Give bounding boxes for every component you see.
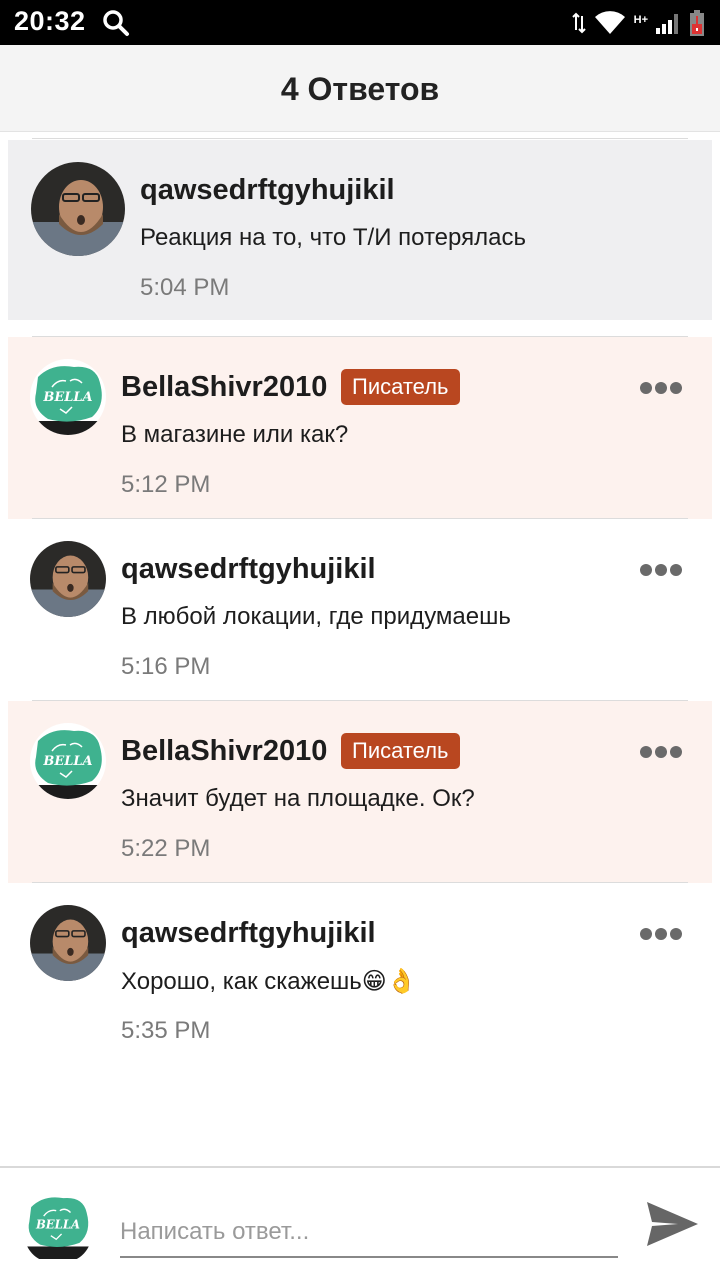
more-options-icon[interactable] [640, 927, 682, 941]
avatar[interactable]: BELLA [30, 359, 106, 435]
status-icons: H+ [571, 8, 704, 38]
reply-time: 5:12 PM [121, 471, 211, 498]
avatar[interactable] [31, 162, 125, 256]
reply-username[interactable]: BellaShivr2010 [121, 371, 327, 404]
app-header: 4 Ответов [0, 45, 720, 132]
reply-time: 5:16 PM [121, 653, 211, 680]
reply-time: 5:35 PM [121, 1017, 211, 1044]
divider [32, 138, 688, 139]
search-icon [103, 10, 129, 36]
reply-text: Хорошо, как скажешь😁👌 [121, 968, 417, 995]
reply-username[interactable]: BellaShivr2010 [121, 735, 327, 768]
more-options-icon[interactable] [640, 381, 682, 395]
status-time: 20:32 [14, 6, 86, 36]
more-options-icon[interactable] [640, 745, 682, 759]
reply-item[interactable]: BELLA BellaShivr2010 Писатель В магазине… [8, 337, 712, 519]
reply-text: В магазине или как? [121, 421, 349, 448]
reply-item[interactable]: qawsedrftgyhujikil В любой локации, где … [8, 519, 712, 701]
comment-text: Реакция на то, что Т/И потерялась [140, 224, 526, 251]
comment-time: 5:04 PM [140, 274, 230, 301]
reply-time: 5:22 PM [121, 835, 211, 862]
data-transfer-icon [571, 12, 586, 34]
network-type: H+ [633, 14, 648, 26]
signal-icon [656, 14, 678, 34]
original-comment[interactable]: qawsedrftgyhujikil Реакция на то, что Т/… [8, 140, 712, 320]
battery-icon [690, 10, 704, 36]
svg-text:BELLA: BELLA [42, 390, 92, 405]
author-badge: Писатель [341, 733, 460, 769]
reply-item[interactable]: qawsedrftgyhujikil Хорошо, как скажешь😁👌… [8, 883, 712, 1065]
reply-item[interactable]: BELLA BellaShivr2010 Писатель Значит буд… [8, 701, 712, 883]
author-badge: Писатель [341, 369, 460, 405]
reply-text: В любой локации, где придумаешь [121, 603, 511, 630]
reply-username[interactable]: qawsedrftgyhujikil [121, 553, 376, 586]
page-title: 4 Ответов [280, 71, 440, 107]
svg-text:BELLA: BELLA [35, 1218, 80, 1232]
status-bar: 20:32 H+ [0, 0, 720, 45]
reply-composer: BELLA [0, 1166, 720, 1280]
avatar: BELLA [24, 1188, 92, 1262]
wifi-icon [594, 11, 625, 34]
reply-username[interactable]: qawsedrftgyhujikil [121, 917, 376, 950]
svg-text:BELLA: BELLA [42, 754, 92, 769]
reply-input[interactable] [120, 1208, 618, 1258]
send-icon[interactable] [644, 1196, 700, 1252]
avatar[interactable] [30, 541, 106, 617]
avatar[interactable]: BELLA [30, 723, 106, 799]
reply-text: Значит будет на площадке. Ок? [121, 785, 475, 812]
comment-username[interactable]: qawsedrftgyhujikil [140, 174, 395, 207]
more-options-icon[interactable] [640, 563, 682, 577]
avatar[interactable] [30, 905, 106, 981]
